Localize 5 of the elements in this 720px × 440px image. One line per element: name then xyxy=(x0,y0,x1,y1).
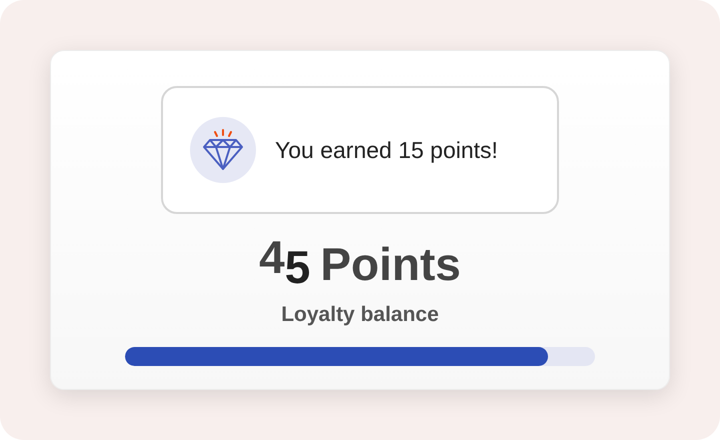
points-digit: 5 xyxy=(284,244,310,290)
toast-message: You earned 15 points! xyxy=(275,136,498,165)
balance-label: Loyalty balance xyxy=(281,302,439,328)
points-unit: Points xyxy=(320,241,461,287)
points-digit: 4 xyxy=(259,234,285,280)
